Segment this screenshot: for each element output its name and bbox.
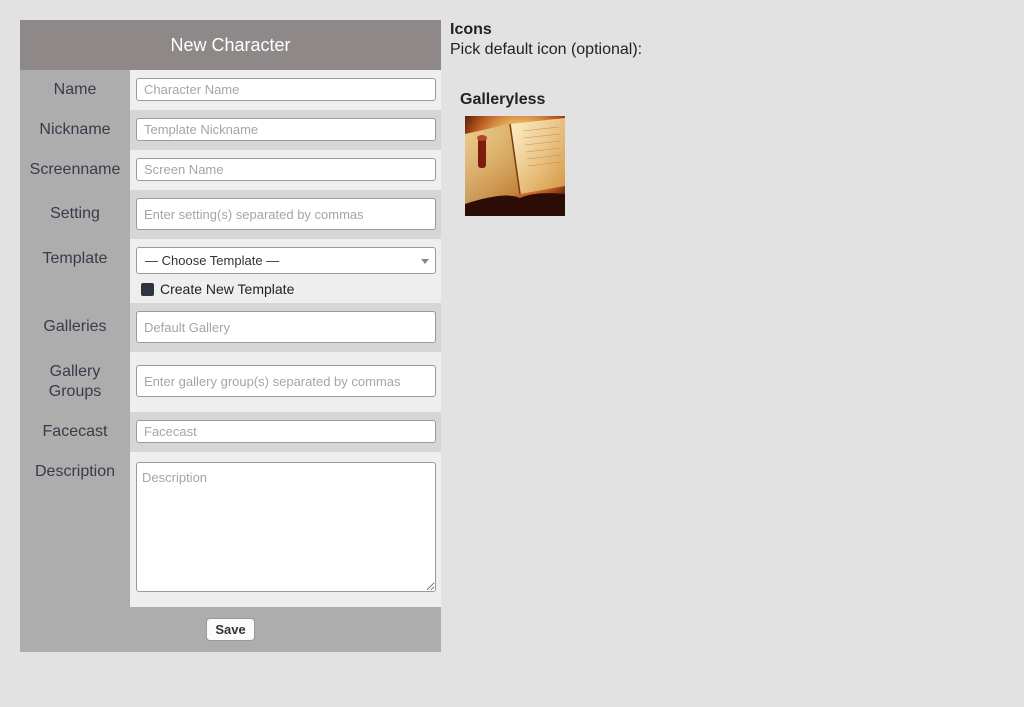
row-galleries: Galleries	[20, 303, 441, 352]
row-name: Name	[20, 70, 441, 110]
template-label: Template	[20, 239, 130, 303]
create-template-checkbox[interactable]	[141, 282, 154, 296]
save-button[interactable]: Save	[206, 618, 255, 641]
icons-panel: Icons Pick default icon (optional): Gall…	[450, 20, 1010, 216]
row-facecast: Facecast	[20, 412, 441, 452]
chevron-down-icon	[421, 259, 429, 264]
row-setting: Setting	[20, 190, 441, 239]
setting-input[interactable]	[136, 198, 436, 230]
open-book-icon[interactable]	[465, 116, 565, 216]
gallery-groups-input[interactable]	[136, 365, 436, 397]
galleries-label: Galleries	[20, 303, 130, 352]
form-title: New Character	[20, 20, 441, 70]
create-template-label: Create New Template	[160, 281, 295, 297]
description-textarea[interactable]	[136, 462, 436, 592]
icons-subtitle: Pick default icon (optional):	[450, 41, 643, 58]
icon-thumbnail-image	[465, 116, 565, 216]
row-nickname: Nickname	[20, 110, 441, 150]
form-footer: Save	[20, 607, 441, 652]
screenname-label: Screenname	[20, 150, 130, 190]
template-select[interactable]: — Choose Template —	[136, 247, 436, 274]
new-character-form: New Character Name Nickname Screenname S…	[20, 20, 441, 652]
facecast-input[interactable]	[136, 420, 436, 443]
nickname-input[interactable]	[136, 118, 436, 141]
name-input[interactable]	[136, 78, 436, 101]
icons-title: Icons	[450, 21, 492, 38]
gallery-groups-label-line1: Gallery	[49, 363, 101, 380]
row-template: Template — Choose Template — Create New …	[20, 239, 441, 303]
template-selected-value: — Choose Template —	[145, 253, 280, 268]
nickname-label: Nickname	[20, 110, 130, 150]
row-screenname: Screenname	[20, 150, 441, 190]
setting-label: Setting	[20, 190, 130, 239]
gallery-groups-label: Gallery Groups	[20, 352, 130, 412]
row-gallery-groups: Gallery Groups	[20, 352, 441, 412]
gallery-groups-label-line2: Groups	[48, 383, 102, 400]
row-description: Description	[20, 452, 441, 607]
galleries-input[interactable]	[136, 311, 436, 343]
description-label: Description	[20, 452, 130, 607]
screenname-input[interactable]	[136, 158, 436, 181]
gallery-title: Galleryless	[460, 91, 546, 108]
name-label: Name	[20, 70, 130, 110]
facecast-label: Facecast	[20, 412, 130, 452]
create-template-option[interactable]: Create New Template	[136, 281, 436, 297]
